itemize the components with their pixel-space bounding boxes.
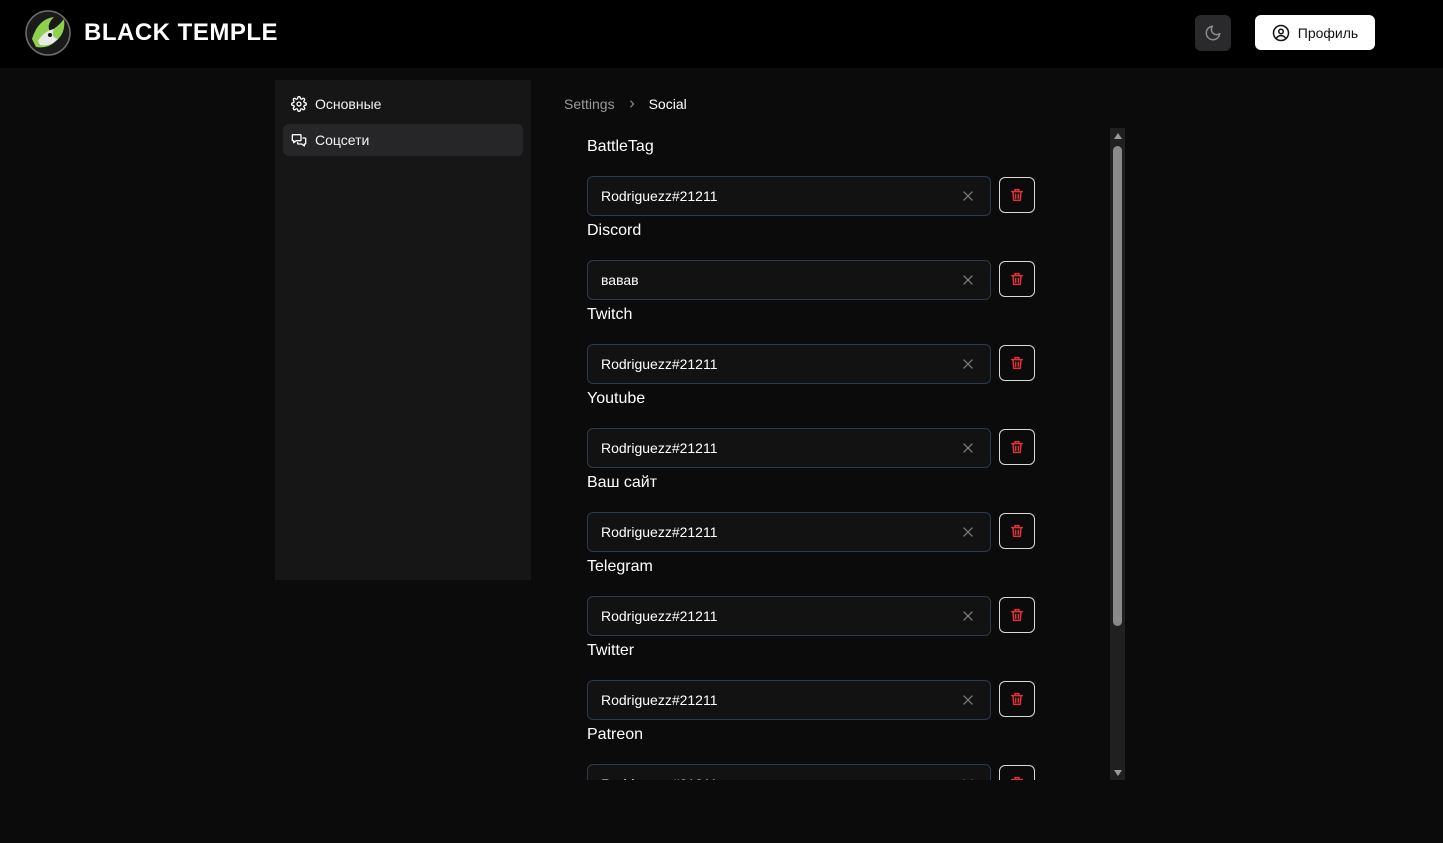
twitter-input-wrapper: [587, 680, 991, 720]
field-patreon: Patreon: [587, 724, 1037, 780]
breadcrumb-settings-link[interactable]: Settings: [564, 96, 615, 112]
profile-button[interactable]: Профиль: [1255, 15, 1375, 50]
field-youtube: Youtube: [587, 388, 1037, 468]
field-twitch: Twitch: [587, 304, 1037, 384]
dragon-logo-icon[interactable]: [24, 9, 72, 57]
chevron-right-icon: [627, 99, 637, 109]
field-label: Youtube: [587, 390, 646, 407]
clear-icon[interactable]: [950, 262, 986, 298]
delete-twitch-button[interactable]: [999, 345, 1035, 381]
trash-icon: [1010, 440, 1024, 454]
clear-icon[interactable]: [950, 178, 986, 214]
field-telegram: Telegram: [587, 556, 1037, 636]
delete-discord-button[interactable]: [999, 261, 1035, 297]
delete-youtube-button[interactable]: [999, 429, 1035, 465]
trash-icon: [1010, 524, 1024, 538]
clear-icon[interactable]: [950, 430, 986, 466]
battletag-input-wrapper: [587, 176, 991, 216]
website-input[interactable]: [588, 512, 950, 552]
breadcrumb: Settings Social: [564, 94, 687, 114]
field-website: Ваш сайт: [587, 472, 1037, 552]
scrollbar-thumb[interactable]: [1113, 146, 1122, 626]
delete-battletag-button[interactable]: [999, 177, 1035, 213]
discord-input[interactable]: [588, 260, 950, 300]
twitch-input-wrapper: [587, 344, 991, 384]
breadcrumb-current: Social: [648, 96, 687, 112]
chat-bubbles-icon: [291, 134, 307, 147]
delete-telegram-button[interactable]: [999, 597, 1035, 633]
brand-name[interactable]: BLACK TEMPLE: [84, 18, 278, 48]
sidebar-item-social[interactable]: Соцсети: [283, 124, 523, 156]
trash-icon: [1010, 188, 1024, 202]
trash-icon: [1010, 272, 1024, 286]
moon-icon: [1205, 25, 1221, 41]
trash-icon: [1010, 776, 1024, 780]
scroll-up-arrow-icon[interactable]: [1110, 128, 1125, 143]
delete-website-button[interactable]: [999, 513, 1035, 549]
delete-twitter-button[interactable]: [999, 681, 1035, 717]
patreon-input-wrapper: [587, 764, 991, 780]
vertical-scrollbar[interactable]: [1110, 128, 1125, 780]
profile-label: Профиль: [1297, 24, 1359, 41]
social-fields-list[interactable]: BattleTag Discord Twitch: [575, 128, 1125, 780]
field-battletag: BattleTag: [587, 136, 1037, 216]
sidebar-item-label: Основные: [315, 96, 382, 112]
telegram-input-wrapper: [587, 596, 991, 636]
top-header: BLACK TEMPLE Профиль: [0, 0, 1443, 68]
trash-icon: [1010, 608, 1024, 622]
patreon-input[interactable]: [588, 764, 950, 780]
youtube-input[interactable]: [588, 428, 950, 468]
theme-toggle-button[interactable]: [1195, 15, 1231, 51]
user-circle-icon: [1272, 24, 1290, 41]
field-discord: Discord: [587, 220, 1037, 300]
clear-icon[interactable]: [950, 598, 986, 634]
delete-patreon-button[interactable]: [999, 765, 1035, 780]
clear-icon[interactable]: [950, 682, 986, 718]
field-label: Ваш сайт: [587, 474, 658, 491]
youtube-input-wrapper: [587, 428, 991, 468]
field-label: Twitch: [587, 306, 633, 323]
telegram-input[interactable]: [588, 596, 950, 636]
gear-icon: [291, 96, 307, 112]
discord-input-wrapper: [587, 260, 991, 300]
field-label: Twitter: [587, 642, 635, 659]
clear-icon[interactable]: [950, 346, 986, 382]
clear-icon[interactable]: [950, 514, 986, 550]
website-input-wrapper: [587, 512, 991, 552]
battletag-input[interactable]: [588, 176, 950, 216]
settings-sidebar: Основные Соцсети: [275, 80, 531, 580]
twitter-input[interactable]: [588, 680, 950, 720]
field-label: Telegram: [587, 558, 653, 575]
scroll-down-arrow-icon[interactable]: [1110, 765, 1125, 780]
sidebar-item-general[interactable]: Основные: [283, 88, 523, 120]
field-label: BattleTag: [587, 138, 654, 155]
clear-icon[interactable]: [950, 766, 986, 780]
sidebar-item-label: Соцсети: [315, 132, 370, 148]
trash-icon: [1010, 692, 1024, 706]
field-label: Discord: [587, 222, 642, 239]
field-label: Patreon: [587, 726, 644, 743]
trash-icon: [1010, 356, 1024, 370]
field-twitter: Twitter: [587, 640, 1037, 720]
twitch-input[interactable]: [588, 344, 950, 384]
